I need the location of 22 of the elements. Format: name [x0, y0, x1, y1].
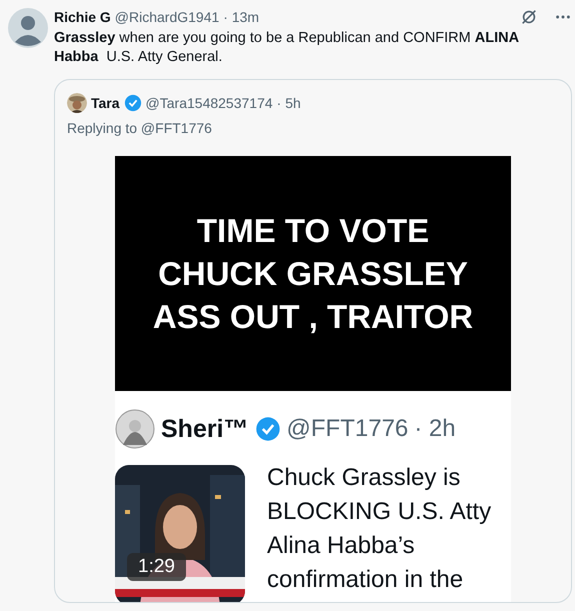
- image-headline: TIME TO VOTE CHUCK GRASSLEY ASS OUT , TRAITOR: [152, 211, 474, 337]
- post-time[interactable]: · 5h: [276, 95, 301, 111]
- avatar[interactable]: [8, 8, 48, 48]
- avatar[interactable]: [67, 93, 87, 113]
- post-time[interactable]: · 13m: [223, 9, 260, 25]
- verified-icon: [254, 416, 281, 442]
- slashed-circle-icon[interactable]: [520, 8, 538, 26]
- verified-icon: [124, 94, 142, 112]
- video-duration: 1:29: [127, 553, 186, 581]
- author-name[interactable]: Tara: [91, 95, 120, 111]
- author-name[interactable]: Richie G: [54, 9, 111, 25]
- author-name: Sheri™: [161, 414, 249, 444]
- post-text: Chuck Grassley is BLOCKING U.S. Atty Alina Habba’s confirmation in the: [267, 463, 492, 595]
- post-image[interactable]: TIME TO VOTE CHUCK GRASSLEY ASS OUT , TRAITOR Sheri™ @FFT1776 · 2h 1:29 Chuck Grassley is BLOCKING U.S. Atty Alina Habba’s confirmation in the: [115, 156, 511, 602]
- author-handle: @FFT1776: [286, 415, 408, 443]
- post-time: · 2h: [414, 415, 456, 443]
- replying-to: Replying to @FFT1776: [66, 119, 213, 136]
- author-handle[interactable]: @RichardG1941: [114, 9, 220, 25]
- post-text: Grassley when are you going to be a Republican and CONFIRM ALINA Habba U.S. Atty General.: [54, 29, 520, 67]
- avatar: [115, 409, 155, 449]
- author-handle[interactable]: @Tara15482537174: [146, 95, 273, 111]
- quoted-post[interactable]: Tara @Tara15482537174 · 5h Replying to @FFT1776 TIME TO VOTE CHUCK GRASSLEY ASS OUT , TRAITOR Sheri™ @FFT1776 · 2h 1:29 Chuck Grassley is BLOCKING U.S. Atty Alina Habba’s confirmation in the: [54, 79, 572, 603]
